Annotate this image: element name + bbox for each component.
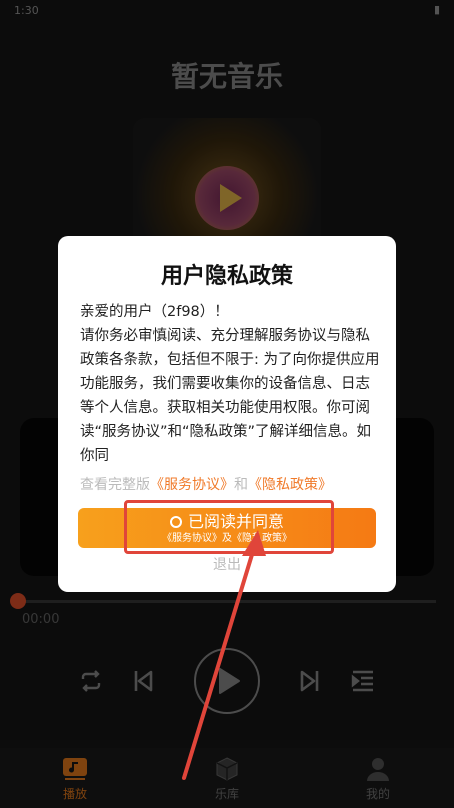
pointer-arrow-icon <box>182 530 266 780</box>
